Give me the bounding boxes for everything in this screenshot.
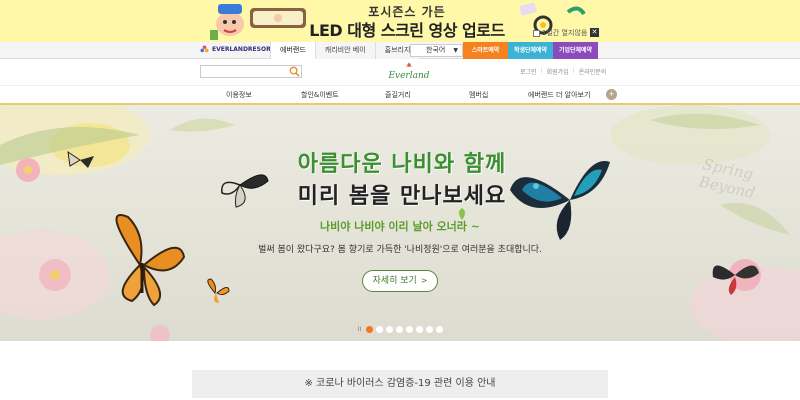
small-orange-butterfly-illustration [207, 278, 230, 303]
dismiss-label: 1일간 열지않음 [542, 29, 588, 37]
chevron-right-icon: > [420, 276, 428, 285]
swallowtail-butterfly-illustration [221, 174, 269, 208]
hero-description: 벌써 봄이 왔다구요? 봄 향기로 가득한 '나비정원'으로 여러분을 초대합니… [258, 245, 542, 255]
utility-links: 로그인 | 회원가입 | 온라인문의 [520, 67, 606, 76]
site-tabs: 에버랜드 캐리비안 베이 홈브리지 [270, 42, 420, 59]
everland-logo[interactable]: Everland [388, 61, 430, 83]
smart-booking-button[interactable]: 스마트예약 [463, 42, 508, 59]
student-group-booking-button[interactable]: 학생단체예약 [508, 42, 553, 59]
nav-item-learn-more[interactable]: 에버랜드 더 알아보기 [528, 86, 590, 104]
monarch-butterfly-illustration [115, 214, 186, 307]
language-value: 한국어 [426, 46, 446, 54]
carousel-pagination: II [356, 326, 443, 333]
hero-title-line1: 아름다운 나비와 함께 [297, 152, 507, 177]
pause-icon[interactable]: II [356, 326, 363, 333]
search-input[interactable] [200, 65, 302, 78]
nav-item-discounts-events[interactable]: 할인&이벤트 [301, 86, 339, 104]
hero-tagline: 나비야 나비야 이리 날아 오너라 ~ [320, 220, 480, 233]
tab-everland[interactable]: 에버랜드 [270, 42, 315, 59]
resort-logo[interactable]: EVERLANDRESORT [200, 45, 275, 54]
carousel-dot[interactable] [406, 326, 413, 333]
main-navigation: 이용정보 할인&이벤트 즐길거리 멤버십 에버랜드 더 알아보기 + [0, 85, 800, 105]
logo-text: Everland [388, 71, 430, 81]
nav-item-membership[interactable]: 멤버십 [469, 86, 488, 104]
hero-title-line2: 미리 봄을 만나보세요 [297, 184, 507, 209]
resort-logo-text: EVERLANDRESORT [212, 46, 275, 53]
close-icon[interactable]: ✕ [590, 28, 599, 37]
carousel-dot[interactable] [396, 326, 403, 333]
login-link[interactable]: 로그인 [520, 67, 537, 76]
promo-banner[interactable]: 포시즌스 가든 LED 대형 스크린 영상 업로드 1일간 열지않음 ✕ [0, 0, 800, 42]
search-icon[interactable] [289, 66, 300, 77]
corporate-group-booking-button[interactable]: 기업단체예약 [553, 42, 598, 59]
header: Everland 로그인 | 회원가입 | 온라인문의 [0, 59, 800, 85]
language-select[interactable]: 한국어 ▼ [410, 44, 463, 57]
divider: | [572, 67, 575, 74]
carousel-dot[interactable] [416, 326, 423, 333]
carousel-dot[interactable] [366, 326, 373, 333]
view-details-button[interactable]: 자세히 보기 > [362, 270, 438, 292]
inquiry-link[interactable]: 온라인문의 [579, 67, 607, 76]
tab-caribbean-bay[interactable]: 캐리비안 베이 [314, 42, 375, 59]
carousel-dot[interactable] [436, 326, 443, 333]
carousel-dot[interactable] [376, 326, 383, 333]
plus-icon[interactable]: + [606, 89, 617, 100]
hero-carousel[interactable]: Spring Beyond 아름다운 나비와 함께 미리 봄을 만나보세요 나비… [0, 105, 800, 341]
nav-item-usage-info[interactable]: 이용정보 [226, 86, 252, 104]
carousel-dot[interactable] [386, 326, 393, 333]
dismiss-today-checkbox[interactable]: 1일간 열지않음 [533, 28, 587, 38]
chevron-down-icon: ▼ [453, 47, 458, 54]
divider: | [540, 67, 543, 74]
covid-notice-banner[interactable]: ※ 코로나 바이러스 감염증-19 관련 이용 안내 [192, 370, 608, 398]
carousel-dot[interactable] [426, 326, 433, 333]
resort-bar: EVERLANDRESORT 에버랜드 캐리비안 베이 홈브리지 한국어 ▼ 스… [0, 42, 800, 59]
blue-butterfly-illustration [510, 161, 610, 240]
signup-link[interactable]: 회원가입 [547, 67, 569, 76]
checkbox-icon[interactable] [533, 29, 540, 37]
booking-buttons: 스마트예약 학생단체예약 기업단체예약 [463, 42, 598, 59]
promo-subtitle: LED 대형 스크린 영상 업로드 [309, 21, 505, 40]
resort-flower-icon [200, 45, 209, 53]
view-details-label: 자세히 보기 [372, 276, 417, 286]
nav-item-attractions[interactable]: 즐길거리 [385, 86, 411, 104]
